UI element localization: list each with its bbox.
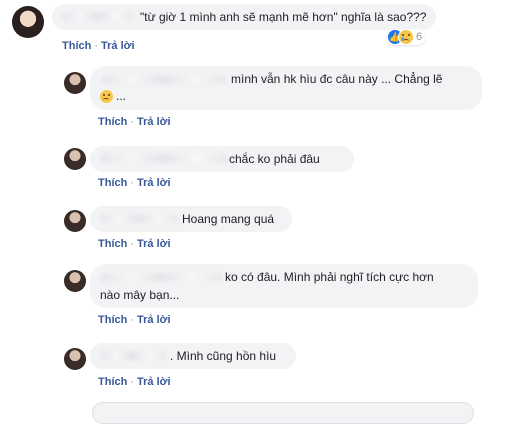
reply-avatar[interactable] [64,210,86,232]
reply-actions: Thích · Trả lời [98,314,171,326]
reply-bubble: Hoang mang quá [90,206,292,232]
reply-avatar[interactable] [64,148,86,170]
sad-icon [399,30,413,44]
main-comment-text: "từ giờ 1 mình anh sẽ mạnh mẽ hơn" nghĩa… [140,10,427,24]
like-button[interactable]: Thích [98,376,127,388]
reaction-summary[interactable]: 👍 6 [387,29,426,45]
commenter-name-redacted[interactable] [62,12,134,21]
reply-bubble: . Mình cũng hồn hìu [90,343,296,369]
commenter-name-redacted[interactable] [100,351,166,360]
main-comment-bubble: "từ giờ 1 mình anh sẽ mạnh mẽ hơn" nghĩa… [52,4,436,30]
reply-bubble: mình vẫn hk hìu đc câu này ... Chẳng lẽ … [90,66,482,110]
reply-text: chắc ko phải đâu [229,152,320,166]
reply-button[interactable]: Trả lời [137,177,171,189]
main-comment-actions: Thích · Trả lời [62,40,135,52]
reply-text-line1: mình vẫn hk hìu đc câu này ... Chẳng lẽ [231,72,443,86]
like-button[interactable]: Thích [98,116,127,128]
reply-button[interactable]: Trả lời [137,314,171,326]
reply-text-line2: nào mây bạn... [100,288,180,302]
commenter-name-redacted[interactable] [100,214,178,223]
ellipsis-text: ... [116,89,127,103]
reply-avatar[interactable] [64,348,86,370]
like-button[interactable]: Thích [98,177,127,189]
reply-actions: Thích · Trả lời [98,238,171,250]
reply-text: . Mình cũng hồn hìu [170,349,277,363]
reply-text-line1: ko có đâu. Mình phải nghĩ tích cực hơn [225,270,434,284]
main-commenter-avatar[interactable] [12,6,44,38]
commenter-name-redacted[interactable] [102,75,226,84]
reply-bubble: ko có đâu. Mình phải nghĩ tích cực hơn n… [90,264,478,308]
like-button[interactable]: Thích [98,314,127,326]
reply-button[interactable]: Trả lời [101,40,135,52]
like-button[interactable]: Thích [62,40,91,52]
reply-avatar[interactable] [64,270,86,292]
reply-button[interactable]: Trả lời [137,238,171,250]
commenter-name-redacted[interactable] [100,273,222,282]
like-button[interactable]: Thích [98,238,127,250]
reply-text: Hoang mang quá [182,212,275,226]
reaction-count: 6 [416,31,423,43]
reply-actions: Thích · Trả lời [98,177,171,189]
reply-button[interactable]: Trả lời [137,116,171,128]
reply-button[interactable]: Trả lời [137,376,171,388]
reply-avatar[interactable] [64,72,86,94]
reply-actions: Thích · Trả lời [98,116,171,128]
reply-actions: Thích · Trả lời [98,376,171,388]
reply-input-field[interactable] [92,402,474,424]
commenter-name-redacted[interactable] [100,154,228,163]
reply-bubble: chắc ko phải đâu [90,146,354,172]
sad-emoji-icon [100,90,113,103]
